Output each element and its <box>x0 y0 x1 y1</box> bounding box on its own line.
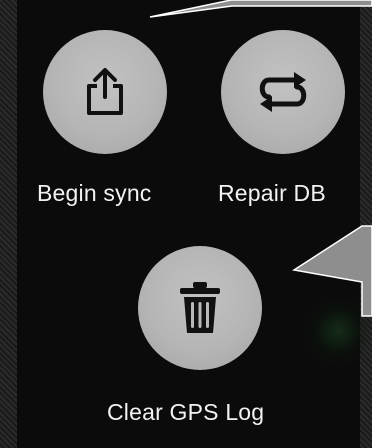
watch-frame: Begin sync Repair DB Clear GPS Log <box>0 0 372 448</box>
begin-sync-label: Begin sync <box>37 180 152 206</box>
repeat-icon <box>255 70 311 114</box>
begin-sync-button[interactable] <box>43 30 167 154</box>
share-icon <box>83 67 127 117</box>
trash-icon <box>177 280 223 336</box>
repair-db-button[interactable] <box>221 30 345 154</box>
clear-gps-log-button[interactable] <box>138 246 262 370</box>
background-glow <box>303 296 372 366</box>
repair-db-label: Repair DB <box>218 180 326 206</box>
clear-gps-log-label: Clear GPS Log <box>107 399 265 425</box>
